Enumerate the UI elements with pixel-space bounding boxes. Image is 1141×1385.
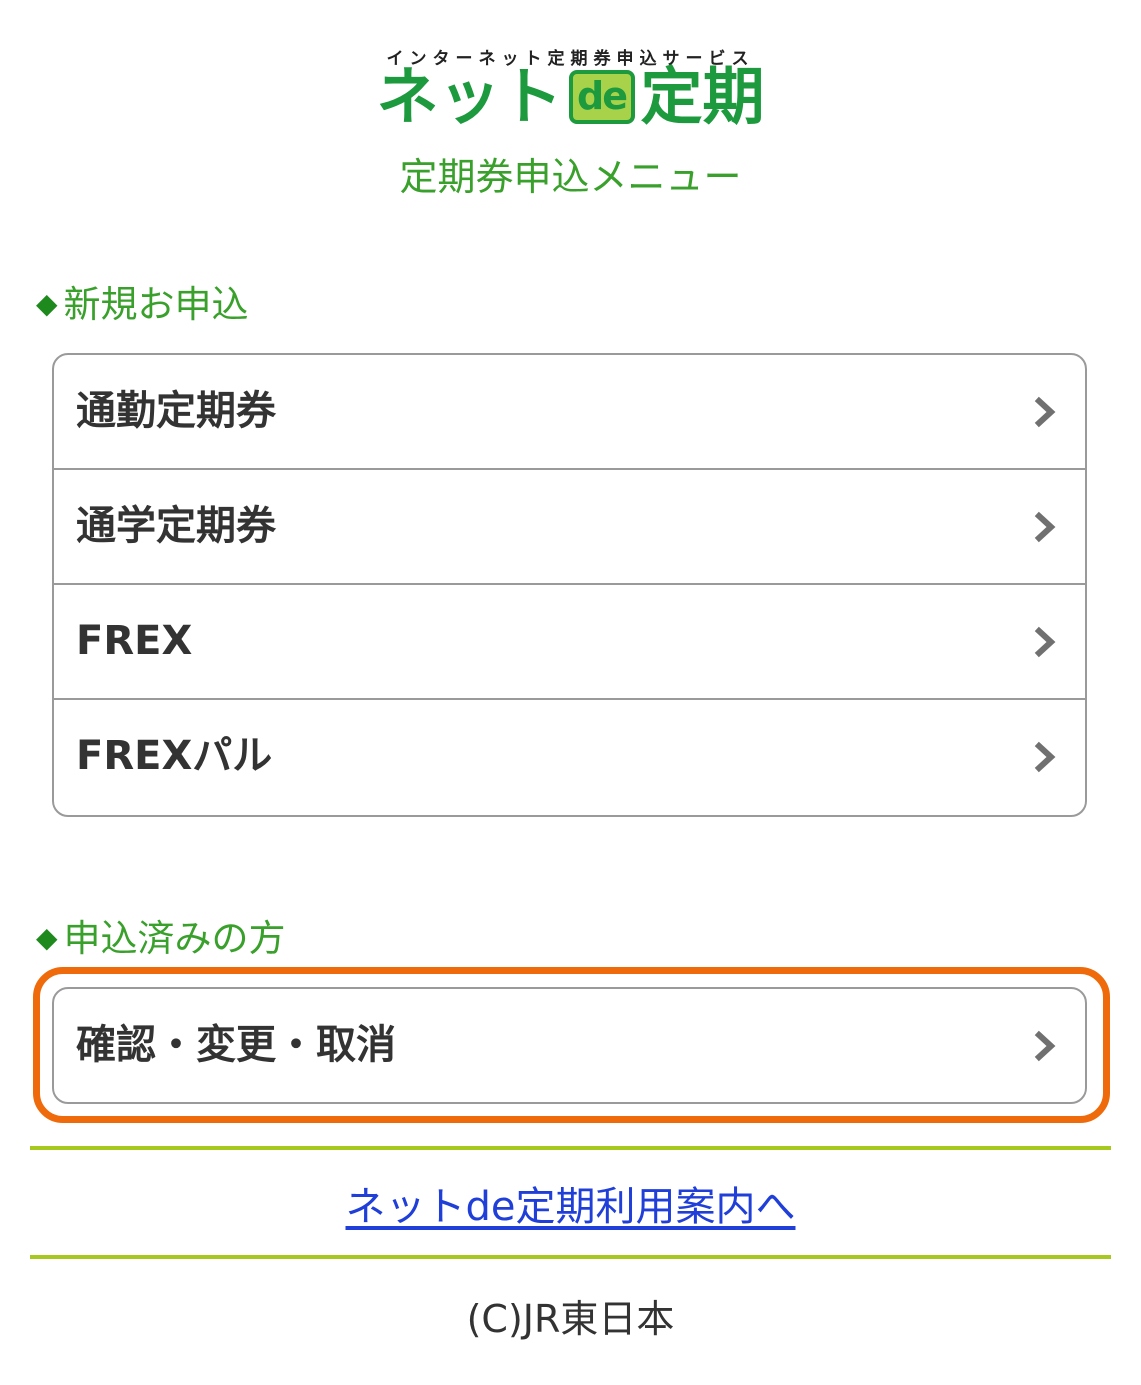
menu-item-commuter-pass[interactable]: 通勤定期券 [54, 355, 1085, 470]
menu-item-frex-pal[interactable]: FREXパル [54, 700, 1085, 815]
menu-item-frex[interactable]: FREX [54, 585, 1085, 700]
logo-wordmark: ネット de 定期 [0, 62, 1141, 132]
section-title-new-text: 新規お申込 [63, 283, 249, 326]
menu-item-student-pass[interactable]: 通学定期券 [54, 470, 1085, 585]
menu-item-label: 確認・変更・取消 [76, 1022, 396, 1068]
diamond-icon: ◆ [36, 921, 58, 954]
logo-de-badge: de [568, 70, 635, 124]
diamond-icon: ◆ [36, 287, 58, 320]
menu-item-label: 通学定期券 [76, 503, 276, 549]
page-title: 定期券申込メニュー [399, 155, 742, 199]
copyright-text: (C)JR東日本 [466, 1297, 675, 1341]
chevron-right-icon [1034, 396, 1056, 428]
menu-item-confirm-change-cancel[interactable]: 確認・変更・取消 [54, 989, 1085, 1102]
menu-item-label: FREXパル [76, 733, 273, 779]
logo-text-teiki: 定期 [640, 60, 765, 133]
section-title-existing-text: 申込済みの方 [63, 917, 286, 960]
chevron-right-icon [1034, 511, 1056, 543]
divider-bottom [30, 1255, 1111, 1259]
section-title-existing: ◆ 申込済みの方 [36, 908, 286, 962]
chevron-right-icon [1034, 741, 1056, 773]
new-application-list: 通勤定期券 通学定期券 FREX FREXパル [52, 353, 1087, 817]
section-title-new: ◆ 新規お申込 [36, 274, 249, 328]
service-logo: インターネット定期券申込サービス ネット de 定期 [0, 40, 1141, 136]
existing-application-list: 確認・変更・取消 [52, 987, 1087, 1104]
divider-top [30, 1146, 1111, 1150]
chevron-right-icon [1034, 1030, 1056, 1062]
usage-guide-link[interactable]: ネットde定期利用案内へ [0, 1174, 1141, 1232]
chevron-right-icon [1034, 626, 1056, 658]
menu-item-label: FREX [76, 618, 193, 664]
menu-item-label: 通勤定期券 [76, 388, 276, 434]
logo-text-net: ネット [376, 60, 563, 133]
